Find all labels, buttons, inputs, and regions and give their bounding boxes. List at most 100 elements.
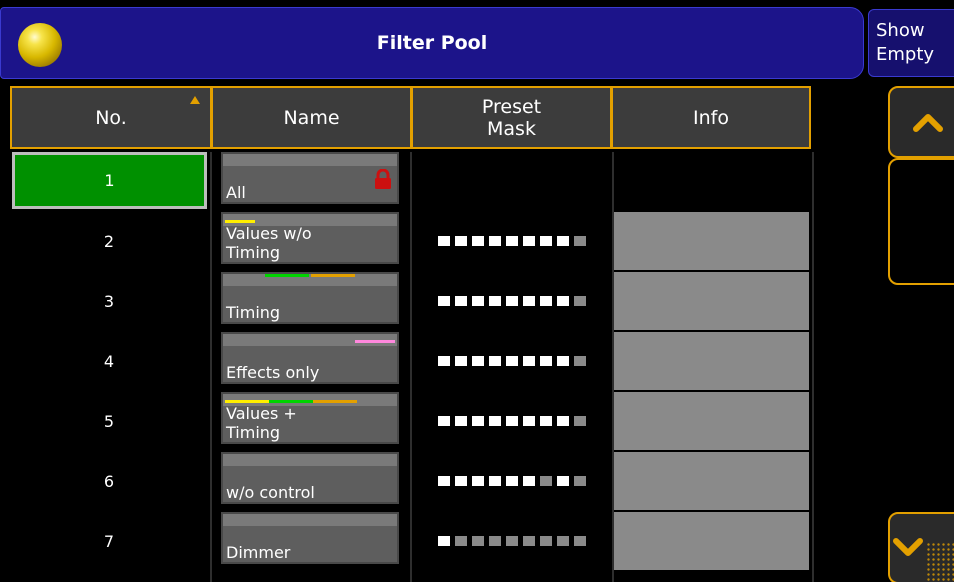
preset-mask-on [557, 476, 569, 486]
preset-mask-on [557, 416, 569, 426]
row-number[interactable]: 6 [8, 452, 210, 510]
preset-mask-on [523, 416, 535, 426]
scroll-down-button[interactable] [888, 512, 954, 582]
filter-marker [225, 400, 269, 403]
preset-mask-off [557, 536, 569, 546]
filter-name-cell[interactable]: Values w/o Timing [221, 212, 399, 264]
preset-mask-on [438, 416, 450, 426]
column-header-name[interactable]: Name [211, 86, 412, 149]
preset-mask-cell [412, 512, 612, 570]
preset-mask-on [506, 416, 518, 426]
info-cell[interactable] [613, 272, 809, 330]
preset-mask-on [557, 356, 569, 366]
info-cell[interactable] [613, 452, 809, 510]
title-bar: Filter Pool [0, 7, 864, 79]
filter-marker [225, 220, 255, 223]
info-cell[interactable] [613, 212, 809, 270]
chevron-up-icon [913, 114, 943, 132]
filter-marker [269, 400, 313, 403]
preset-mask-on [438, 536, 450, 546]
preset-mask-on [506, 476, 518, 486]
row-number[interactable]: 2 [8, 212, 210, 270]
preset-mask-off [489, 536, 501, 546]
row-number[interactable]: 5 [8, 392, 210, 450]
preset-mask-cell [412, 452, 612, 510]
filter-name-label: All [226, 183, 246, 202]
column-header-info[interactable]: Info [611, 86, 811, 149]
preset-mask-off [574, 416, 586, 426]
sort-ascending-icon [190, 96, 200, 104]
row-number[interactable]: 4 [8, 332, 210, 390]
preset-mask-on [489, 476, 501, 486]
preset-mask-on [506, 296, 518, 306]
filter-marker [265, 274, 309, 277]
filter-name-cell[interactable]: Timing [221, 272, 399, 324]
row-number[interactable]: 1 [12, 152, 207, 209]
preset-mask-on [540, 356, 552, 366]
filter-name-label: Values w/o Timing [226, 224, 312, 262]
preset-mask-on [523, 296, 535, 306]
preset-mask-on [438, 356, 450, 366]
column-header-no-label: No. [95, 106, 127, 129]
column-header-no[interactable]: No. [10, 86, 212, 149]
scroll-up-button[interactable] [888, 86, 954, 158]
row-number[interactable]: 7 [8, 512, 210, 570]
preset-mask-on [472, 476, 484, 486]
preset-mask-on [540, 296, 552, 306]
row-number[interactable]: 3 [8, 272, 210, 330]
preset-mask-off [540, 476, 552, 486]
scrollbar-thumb[interactable] [888, 158, 954, 285]
filter-pool-window: Filter Pool Show Empty No. Name Preset M… [0, 0, 954, 582]
preset-mask-on [438, 476, 450, 486]
preset-mask-on [489, 356, 501, 366]
preset-mask-on [506, 356, 518, 366]
preset-mask-off [540, 536, 552, 546]
column-separator [410, 152, 412, 582]
scroll-down-dots [926, 542, 954, 582]
preset-mask-on [438, 296, 450, 306]
lock-icon [375, 169, 391, 189]
filter-name-label: Effects only [226, 363, 320, 382]
preset-mask-on [489, 296, 501, 306]
info-cell[interactable] [613, 332, 809, 390]
info-cell[interactable] [613, 512, 809, 570]
preset-mask-on [523, 356, 535, 366]
preset-mask-on [506, 236, 518, 246]
preset-mask-cell [412, 392, 612, 450]
preset-mask-cell [412, 152, 612, 210]
filter-name-cell[interactable]: All [221, 152, 399, 204]
preset-mask-on [540, 416, 552, 426]
preset-mask-on [523, 476, 535, 486]
filter-name-label: Dimmer [226, 543, 291, 562]
preset-mask-on [489, 416, 501, 426]
preset-mask-off [574, 356, 586, 366]
preset-mask-on [438, 236, 450, 246]
info-cell[interactable] [613, 152, 809, 210]
preset-mask-on [489, 236, 501, 246]
preset-mask-off [455, 536, 467, 546]
column-separator [210, 152, 212, 582]
show-empty-button[interactable]: Show Empty [868, 9, 954, 77]
column-separator [812, 152, 814, 582]
filter-name-cell[interactable]: w/o control [221, 452, 399, 504]
info-cell[interactable] [613, 392, 809, 450]
filter-name-cell[interactable]: Values + Timing [221, 392, 399, 444]
preset-mask-cell [412, 272, 612, 330]
filter-name-cell[interactable]: Effects only [221, 332, 399, 384]
preset-mask-on [455, 236, 467, 246]
preset-mask-on [455, 476, 467, 486]
filter-name-label: Values + Timing [226, 404, 297, 442]
show-empty-line-2: Empty [876, 44, 935, 65]
window-title: Filter Pool [376, 32, 488, 54]
preset-mask-on [557, 296, 569, 306]
filter-name-label: w/o control [226, 483, 315, 502]
preset-mask-cell [412, 212, 612, 270]
preset-mask-on [472, 236, 484, 246]
column-separator [612, 152, 614, 582]
preset-mask-off [574, 476, 586, 486]
preset-mask-on [540, 236, 552, 246]
preset-mask-off [506, 536, 518, 546]
column-header-preset-mask[interactable]: Preset Mask [411, 86, 612, 149]
filter-name-cell[interactable]: Dimmer [221, 512, 399, 564]
preset-mask-off [574, 536, 586, 546]
